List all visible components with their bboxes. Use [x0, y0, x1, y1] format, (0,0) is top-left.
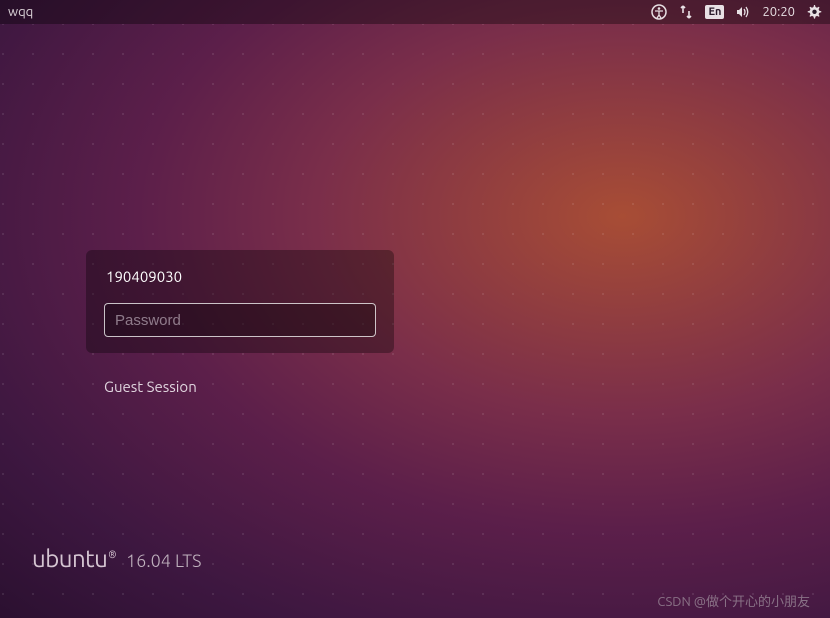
brand-version: 16.04 LTS — [126, 551, 201, 571]
volume-icon[interactable] — [735, 4, 751, 20]
hostname-label: wqq — [8, 5, 33, 19]
network-icon[interactable] — [678, 4, 694, 20]
watermark: CSDN @做个开心的小朋友 — [657, 591, 810, 610]
username-label: 190409030 — [104, 268, 376, 285]
branding: ubuntu® 16.04 LTS — [32, 545, 201, 572]
password-input[interactable] — [104, 303, 376, 337]
language-indicator[interactable]: En — [705, 5, 724, 19]
brand-symbol: ® — [108, 549, 116, 560]
top-panel-right: En 20:20 — [651, 4, 822, 20]
brand-name: ubuntu® — [32, 545, 116, 572]
clock[interactable]: 20:20 — [762, 5, 795, 19]
login-box: 190409030 — [86, 250, 394, 353]
guest-session-button[interactable]: Guest Session — [104, 378, 197, 395]
accessibility-icon[interactable] — [651, 4, 667, 20]
top-panel: wqq En 20:20 — [0, 0, 830, 24]
gear-icon[interactable] — [806, 4, 822, 20]
brand-text: ubuntu — [32, 545, 107, 572]
top-panel-left: wqq — [8, 5, 33, 19]
